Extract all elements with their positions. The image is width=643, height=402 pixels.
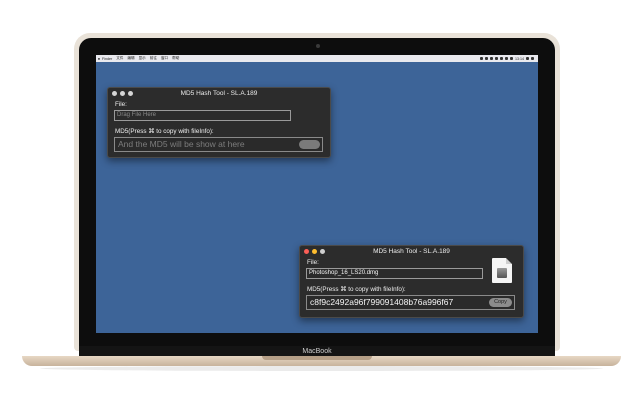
- md5-placeholder: And the MD5 will be show at here: [118, 139, 245, 149]
- battery-icon[interactable]: [510, 57, 513, 60]
- laptop-notch: [262, 356, 372, 360]
- status-icon[interactable]: [490, 57, 493, 60]
- file-label: File:: [307, 259, 319, 266]
- wifi-icon[interactable]: [505, 57, 508, 60]
- status-icon[interactable]: [500, 57, 503, 60]
- camera: [316, 44, 320, 48]
- status-icon[interactable]: [495, 57, 498, 60]
- menu-item-edit[interactable]: 编辑: [127, 56, 134, 61]
- zoom-button[interactable]: [128, 91, 133, 96]
- desktop: ● Finder 文件 编辑 显示 前往 窗口 帮助 13:14 MD5 Has…: [96, 55, 538, 333]
- file-label: File:: [115, 101, 127, 108]
- md5-label: MD5(Press ⌘ to copy with fileInfo):: [115, 128, 214, 135]
- file-drop-field[interactable]: Drag File Here: [114, 110, 291, 121]
- menu-item-finder[interactable]: Finder: [102, 57, 112, 61]
- menu-item-view[interactable]: 显示: [139, 56, 146, 61]
- md5-window-active: MD5 Hash Tool - SL.A.189 File: Photoshop…: [299, 245, 524, 318]
- window-titlebar[interactable]: MD5 Hash Tool - SL.A.189: [300, 246, 523, 257]
- window-title: MD5 Hash Tool - SL.A.189: [373, 248, 450, 255]
- md5-output-field[interactable]: And the MD5 will be show at here: [114, 137, 323, 152]
- close-button[interactable]: [112, 91, 117, 96]
- status-icon[interactable]: [485, 57, 488, 60]
- zoom-button[interactable]: [320, 249, 325, 254]
- close-button[interactable]: [304, 249, 309, 254]
- notification-center-icon[interactable]: [531, 57, 534, 60]
- menu-item-file[interactable]: 文件: [116, 56, 123, 61]
- window-titlebar[interactable]: MD5 Hash Tool - SL.A.189: [108, 88, 330, 99]
- status-area: 13:14: [480, 57, 538, 61]
- search-icon[interactable]: [526, 57, 529, 60]
- copy-button[interactable]: [299, 140, 320, 149]
- window-title: MD5 Hash Tool - SL.A.189: [180, 90, 258, 97]
- md5-window-inactive: MD5 Hash Tool - SL.A.189 File: Drag File…: [107, 87, 331, 158]
- menu-item-help[interactable]: 帮助: [172, 56, 179, 61]
- file-path-field[interactable]: Photoshop_16_LS20.dmg: [306, 268, 483, 279]
- minimize-button[interactable]: [120, 91, 125, 96]
- traffic-lights: [304, 249, 325, 254]
- minimize-button[interactable]: [312, 249, 317, 254]
- clock[interactable]: 13:14: [515, 57, 524, 61]
- menu-item-window[interactable]: 窗口: [161, 56, 168, 61]
- md5-label: MD5(Press ⌘ to copy with fileInfo):: [307, 286, 406, 293]
- status-icon[interactable]: [480, 57, 483, 60]
- laptop-shadow: [40, 366, 603, 371]
- dmg-file-icon: [492, 258, 512, 283]
- menu-bar: ● Finder 文件 编辑 显示 前往 窗口 帮助 13:14: [96, 55, 538, 62]
- md5-output-field[interactable]: c8f9c2492a96f799091408b76a996f67: [306, 295, 515, 310]
- copy-button[interactable]: Copy: [489, 298, 512, 307]
- menu-item-go[interactable]: 前往: [150, 56, 157, 61]
- traffic-lights: [112, 91, 133, 96]
- md5-value: c8f9c2492a96f799091408b76a996f67: [310, 297, 454, 307]
